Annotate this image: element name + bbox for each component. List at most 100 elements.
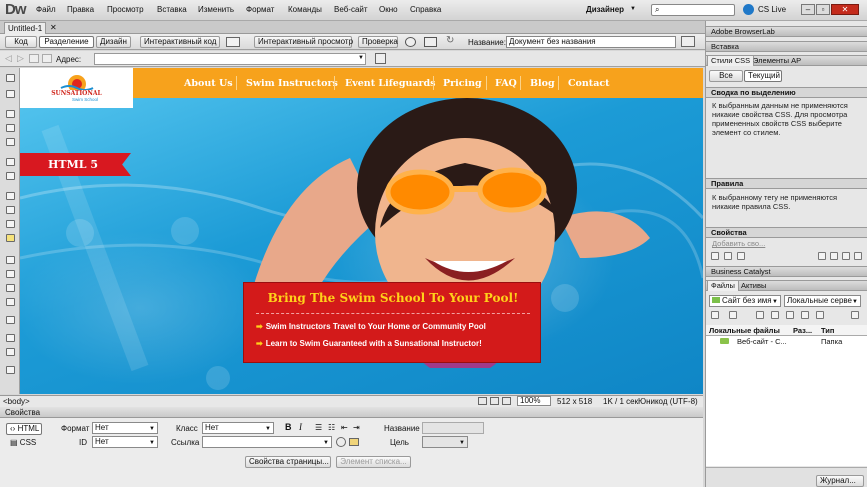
menu-insert[interactable]: Вставка [157,5,187,14]
zoom-tool-icon[interactable] [502,397,511,405]
live-view-options-icon[interactable] [375,53,386,64]
ordered-list-icon[interactable]: ☷ [328,423,335,432]
restore-icon[interactable]: ▫ [816,4,830,15]
back-icon[interactable]: ◁ [5,53,12,64]
business-catalyst-tab[interactable]: Business Catalyst [708,267,774,277]
forward-icon[interactable]: ▷ [17,53,24,64]
tool-icon[interactable] [6,138,15,146]
css-properties-button[interactable]: ▤ CSS [10,438,36,447]
close-icon[interactable]: ✕ [831,4,859,15]
split-view-button[interactable]: Разделение [39,36,94,48]
nav-pricing[interactable]: Pricing [443,78,482,89]
assets-tab[interactable]: Активы [738,281,769,291]
col-local-files[interactable]: Локальные файлы [709,326,780,335]
business-catalyst-header[interactable]: Business Catalyst [706,266,867,277]
edit-rule-icon[interactable] [842,252,850,260]
tool-icon[interactable] [6,284,15,292]
connect-icon[interactable] [711,311,719,319]
site-select[interactable]: Сайт без имя [709,295,781,307]
menu-format[interactable]: Формат [246,5,274,14]
col-size[interactable]: Раз... [793,326,812,335]
html-properties-button[interactable]: ‹› HTML [6,423,42,435]
synchronize-icon[interactable] [816,311,824,319]
code-view-button[interactable]: Код [5,36,37,48]
format-select[interactable]: Нет [92,422,158,434]
category-view-icon[interactable] [711,252,719,260]
file-management-icon[interactable] [424,37,437,47]
list-item-button[interactable]: Элемент списка... [336,456,411,468]
col-type[interactable]: Тип [821,326,834,335]
ap-elements-tab[interactable]: Элементы AP [750,56,804,66]
address-input[interactable] [94,53,366,65]
tool-icon[interactable] [6,90,15,98]
tool-icon[interactable] [6,334,15,342]
menu-edit[interactable]: Правка [67,5,94,14]
insert-tab[interactable]: Вставка [708,42,742,52]
browser-preview-icon[interactable] [405,37,416,47]
live-view-button[interactable]: Интерактивный просмотр [254,36,353,48]
menu-commands[interactable]: Команды [288,5,322,14]
nav-blog[interactable]: Blog [530,78,555,89]
log-button[interactable]: Журнал... [816,475,864,487]
tool-icon[interactable] [6,206,15,214]
nav-swim-instructors[interactable]: Swim Instructors [246,78,338,89]
menu-site[interactable]: Веб-сайт [334,5,368,14]
window-size[interactable]: 512 x 518 [557,397,592,406]
tool-icon[interactable] [6,172,15,180]
get-files-icon[interactable] [756,311,764,319]
expand-icon[interactable] [851,311,859,319]
indent-icon[interactable]: ⇥ [353,423,360,432]
table-row[interactable]: Веб-сайт - С... Папка [706,336,867,346]
close-tab-icon[interactable]: ✕ [50,23,57,32]
delete-rule-icon[interactable] [854,252,862,260]
select-tool-icon[interactable] [478,397,487,405]
title-attr-input[interactable] [422,422,484,434]
link-input[interactable] [202,436,332,448]
put-files-icon[interactable] [771,311,779,319]
page-title-input[interactable]: Документ без названия [506,36,676,48]
target-select[interactable] [422,436,468,448]
insert-panel-header[interactable]: Вставка [706,41,867,52]
check-button[interactable]: Проверка [358,36,398,48]
nav-event-lifeguards[interactable]: Event Lifeguards [345,78,436,89]
bold-button[interactable]: B [285,422,292,432]
id-select[interactable]: Нет [92,436,158,448]
new-css-rule-icon[interactable] [830,252,838,260]
workspace-switcher[interactable]: Дизайнер [586,5,624,14]
tool-icon[interactable] [6,316,15,324]
tool-icon[interactable] [6,270,15,278]
css-current-button[interactable]: Текущий [744,70,782,82]
outdent-icon[interactable]: ⇤ [341,423,348,432]
minimize-icon[interactable]: – [801,4,815,15]
page-properties-button[interactable]: Свойства страницы... [245,456,331,468]
menu-help[interactable]: Справка [410,5,441,14]
tool-icon[interactable] [6,192,15,200]
properties-panel-header[interactable]: Свойства [0,407,703,418]
design-canvas[interactable]: About Us Swim Instructors Event Lifeguar… [20,68,703,394]
css-all-button[interactable]: Все [709,70,743,82]
live-code-button[interactable]: Интерактивный код [140,36,220,48]
browserlab-tab[interactable]: Adobe BrowserLab [708,27,778,37]
view-select[interactable]: Локальные серве [784,295,861,307]
tool-icon[interactable] [6,74,15,82]
menu-window[interactable]: Окно [379,5,398,14]
class-select[interactable]: Нет [202,422,274,434]
cs-live-button[interactable]: CS Live [758,5,786,14]
search-input[interactable]: ⌕ [651,4,735,16]
css-styles-tab[interactable]: Стили CSS [707,56,755,66]
menu-modify[interactable]: Изменить [198,5,234,14]
zoom-select[interactable]: 100% [517,396,551,406]
tool-icon[interactable] [6,256,15,264]
unordered-list-icon[interactable]: ☰ [315,423,322,432]
tool-icon[interactable] [6,220,15,228]
add-property-link[interactable]: Добавить сво... [712,239,765,248]
browse-folder-icon[interactable] [349,438,359,446]
check-in-icon[interactable] [801,311,809,319]
hand-tool-icon[interactable] [490,397,499,405]
tool-icon[interactable] [6,110,15,118]
design-view-button[interactable]: Дизайн [96,36,131,48]
tool-icon[interactable] [6,298,15,306]
tool-icon[interactable] [6,158,15,166]
tag-selector[interactable]: <body> [3,397,30,406]
tool-icon[interactable] [6,234,15,242]
